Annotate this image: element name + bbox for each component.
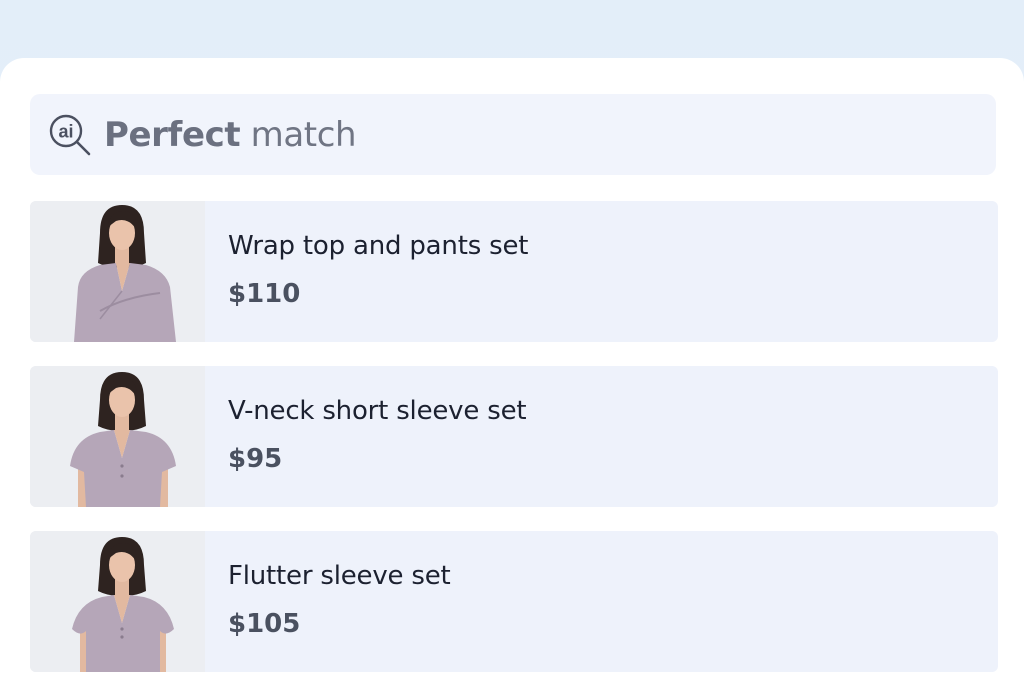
model-flutter-top-photo bbox=[30, 531, 205, 672]
search-query-bold: Perfect bbox=[104, 114, 241, 155]
search-query-rest: match bbox=[250, 114, 357, 155]
result-card[interactable]: V-neck short sleeve set $95 bbox=[30, 366, 998, 507]
search-query: Perfect match bbox=[104, 114, 357, 155]
result-card[interactable]: Wrap top and pants set $110 bbox=[30, 201, 998, 342]
svg-text:ai: ai bbox=[58, 121, 73, 141]
search-bar[interactable]: ai Perfect match bbox=[30, 94, 996, 175]
product-name: Wrap top and pants set bbox=[228, 231, 529, 261]
ai-search-icon: ai bbox=[49, 114, 91, 155]
model-wrap-top-photo bbox=[30, 201, 205, 342]
result-card[interactable]: Flutter sleeve set $105 bbox=[30, 531, 998, 672]
model-vneck-top-photo bbox=[30, 366, 205, 507]
results-panel: ai Perfect match Wrap top and pants set … bbox=[0, 58, 1024, 698]
product-name: Flutter sleeve set bbox=[228, 561, 451, 591]
product-price: $110 bbox=[228, 279, 301, 309]
product-price: $105 bbox=[228, 609, 301, 639]
product-name: V-neck short sleeve set bbox=[228, 396, 527, 426]
results-list: Wrap top and pants set $110 V-neck short… bbox=[30, 201, 998, 696]
product-price: $95 bbox=[228, 444, 283, 474]
